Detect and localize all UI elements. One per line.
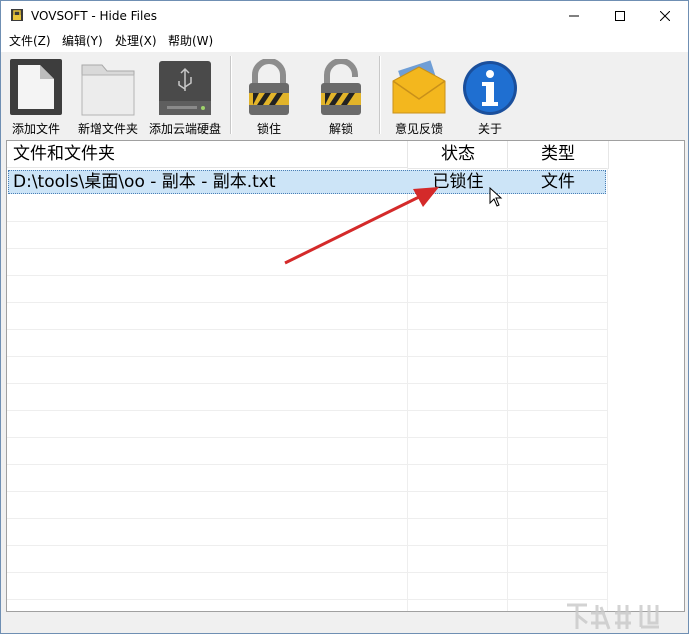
column-header-status[interactable]: 状态: [407, 141, 508, 169]
close-icon: [660, 11, 670, 21]
new-folder-button[interactable]: 新增文件夹: [73, 56, 143, 136]
unlock-label: 解锁: [328, 122, 353, 136]
padlock-open-icon: [321, 59, 361, 115]
grid-line: [7, 572, 607, 573]
grid-line: [7, 437, 607, 438]
menu-help[interactable]: 帮助(W): [168, 34, 213, 49]
grid-line: [7, 518, 607, 519]
lock-button[interactable]: 锁住: [239, 56, 299, 136]
grid-line: [7, 329, 607, 330]
about-label: 关于: [477, 122, 502, 136]
add-cloud-drive-label: 添加云端硬盘: [148, 122, 221, 136]
toolbar-separator: [379, 56, 381, 134]
file-icon: [10, 59, 62, 115]
column-header-name[interactable]: 文件和文件夹: [7, 141, 407, 168]
grid-line: [607, 168, 608, 611]
add-file-button[interactable]: 添加文件: [7, 56, 65, 136]
new-folder-label: 新增文件夹: [77, 122, 138, 136]
menu-process[interactable]: 处理(X): [115, 34, 157, 49]
minimize-icon: [569, 15, 579, 17]
grid-line: [7, 599, 607, 600]
row-file-path: D:\tools\桌面\oo - 副本 - 副本.txt: [13, 172, 276, 192]
grid-line: [7, 356, 607, 357]
about-button[interactable]: 关于: [459, 56, 521, 136]
add-cloud-drive-button[interactable]: 添加云端硬盘: [146, 56, 224, 136]
toolbar: 添加文件 新增文件夹 添加云端硬盘 锁住 解锁 意见反馈 关于: [1, 52, 688, 140]
info-icon: [463, 61, 517, 115]
grid-line: [7, 464, 607, 465]
close-button[interactable]: [642, 1, 688, 31]
grid-line: [7, 545, 607, 546]
column-header-type[interactable]: 类型: [507, 141, 609, 169]
menu-bar: 文件(Z) 编辑(Y) 处理(X) 帮助(W): [1, 31, 688, 52]
app-window: VOVSOFT - Hide Files 文件(Z) 编辑(Y) 处理(X) 帮…: [0, 0, 689, 634]
menu-edit[interactable]: 编辑(Y): [62, 34, 103, 49]
toolbar-separator: [230, 56, 232, 134]
maximize-button[interactable]: [597, 1, 643, 31]
feedback-button[interactable]: 意见反馈: [388, 56, 450, 136]
annotation-arrow: [284, 187, 439, 265]
watermark-logo: [567, 603, 659, 630]
unlock-button[interactable]: 解锁: [311, 56, 371, 136]
grid-line: [7, 302, 607, 303]
grid-line: [7, 275, 607, 276]
maximize-icon: [615, 11, 625, 21]
feedback-label: 意见反馈: [394, 122, 443, 136]
envelope-icon: [392, 60, 446, 114]
menu-file[interactable]: 文件(Z): [9, 34, 51, 49]
grid-line: [7, 491, 607, 492]
grid-line: [7, 383, 607, 384]
window-title: VOVSOFT - Hide Files: [31, 9, 157, 23]
mouse-cursor-icon: [489, 187, 503, 207]
folder-icon: [81, 64, 135, 116]
add-file-label: 添加文件: [11, 122, 60, 136]
row-type: 文件: [541, 172, 575, 192]
drive-icon: [159, 61, 211, 115]
lock-label: 锁住: [256, 122, 281, 136]
app-lock-icon: [11, 9, 23, 21]
grid-line: [7, 410, 607, 411]
title-bar: VOVSOFT - Hide Files: [1, 1, 688, 31]
padlock-closed-icon: [249, 59, 289, 115]
minimize-button[interactable]: [551, 1, 597, 31]
